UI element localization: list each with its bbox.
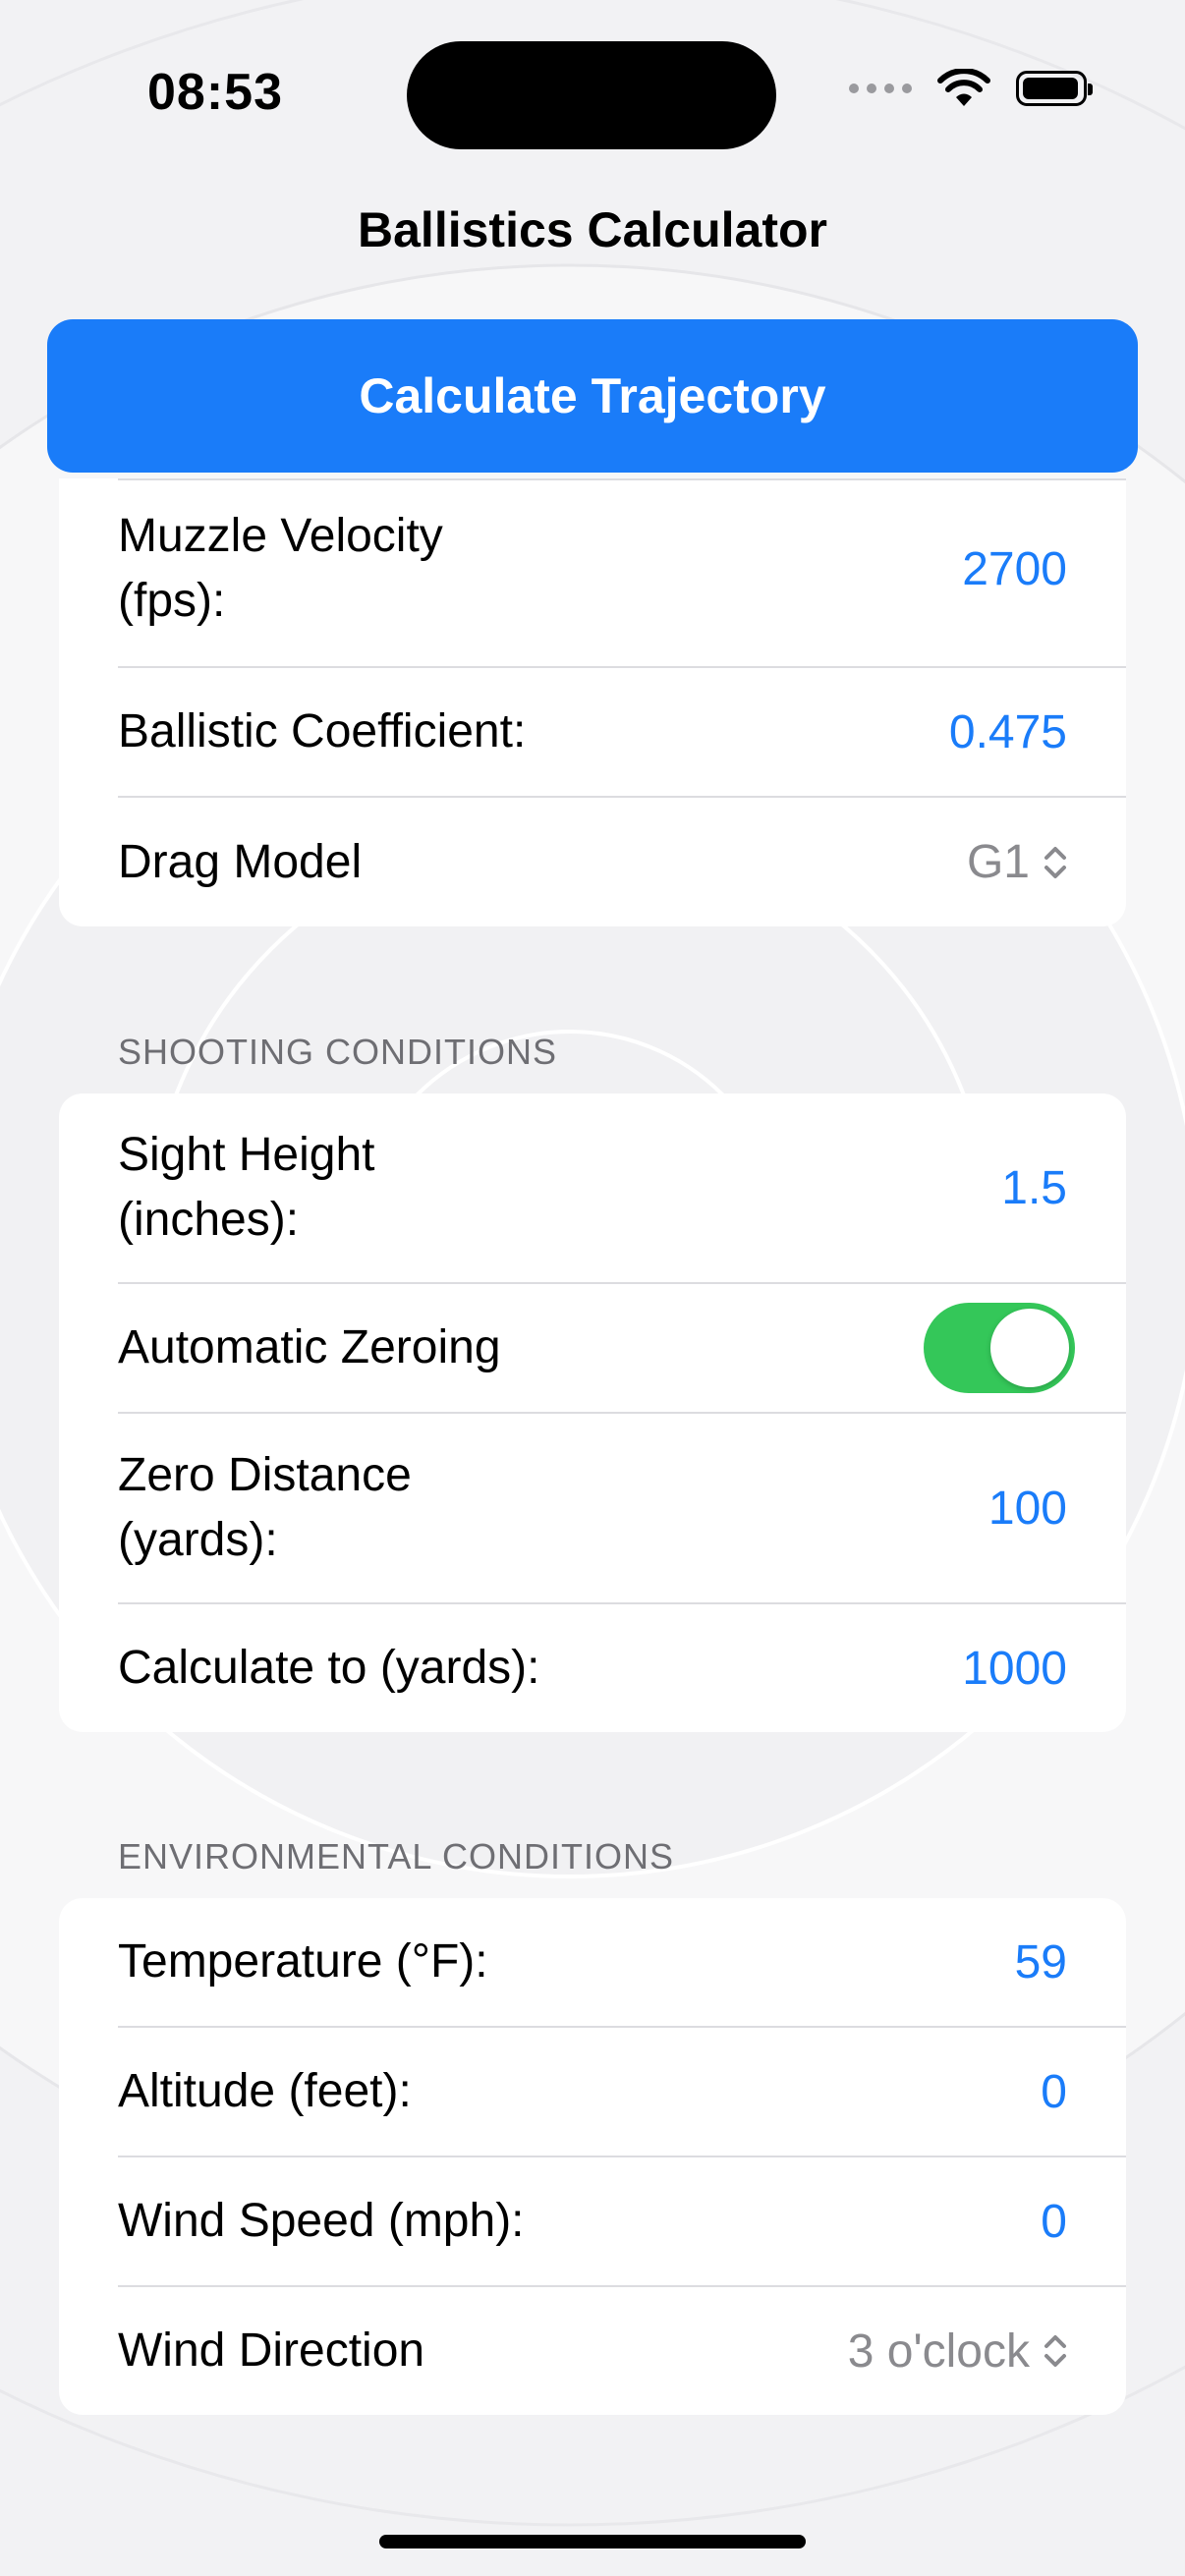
zero-distance-label: Zero Distance xyxy=(118,1449,412,1501)
ballistic-coefficient-label: Ballistic Coefficient: xyxy=(118,705,527,757)
nav-title: Ballistics Calculator xyxy=(358,202,827,257)
wind-direction-row[interactable]: Wind Direction 3 o'clock xyxy=(118,2287,1067,2415)
temperature-row[interactable]: Temperature (°F): 59 xyxy=(118,1898,1067,2026)
environment-card: Temperature (°F): 59 Altitude (feet): 0 … xyxy=(59,1898,1126,2415)
wind-speed-row[interactable]: Wind Speed (mph): 0 xyxy=(118,2157,1067,2285)
zero-distance-value[interactable]: 100 xyxy=(988,1482,1067,1536)
wind-speed-label: Wind Speed (mph): xyxy=(118,2195,525,2247)
muzzle-velocity-label: Muzzle Velocity xyxy=(118,510,443,562)
calculate-to-row[interactable]: Calculate to (yards): 1000 xyxy=(118,1604,1067,1732)
altitude-value[interactable]: 0 xyxy=(1041,2065,1067,2119)
wind-direction-picker[interactable]: 3 o'clock xyxy=(848,2324,1067,2379)
automatic-zeroing-toggle[interactable] xyxy=(924,1303,1075,1393)
wind-direction-label: Wind Direction xyxy=(118,2324,425,2377)
altitude-row[interactable]: Altitude (feet): 0 xyxy=(118,2028,1067,2156)
drag-model-picker[interactable]: G1 xyxy=(967,835,1067,889)
drag-model-value: G1 xyxy=(966,836,1030,888)
home-indicator[interactable] xyxy=(379,2535,806,2548)
status-indicators xyxy=(849,69,1093,108)
automatic-zeroing-label: Automatic Zeroing xyxy=(118,1321,501,1373)
temperature-label: Temperature (°F): xyxy=(118,1935,488,1988)
signal-dots-icon xyxy=(849,84,912,93)
calculate-to-label: Calculate to (yards): xyxy=(118,1642,540,1694)
projectile-card: Muzzle Velocity (fps): 2700 Ballistic Co… xyxy=(59,478,1126,926)
chevron-updown-icon xyxy=(1044,846,1066,878)
ballistic-coefficient-row[interactable]: Ballistic Coefficient: 0.475 xyxy=(118,668,1067,796)
sight-height-value[interactable]: 1.5 xyxy=(1001,1161,1067,1215)
wifi-icon xyxy=(937,69,990,106)
altitude-label: Altitude (feet): xyxy=(118,2065,412,2117)
drag-model-row[interactable]: Drag Model G1 xyxy=(118,798,1067,926)
environmental-conditions-header: ENVIRONMENTAL CONDITIONS xyxy=(118,1836,675,1876)
sight-height-label: Sight Height xyxy=(118,1129,375,1181)
divider xyxy=(118,478,1126,480)
muzzle-velocity-row[interactable]: Muzzle Velocity (fps): 2700 xyxy=(118,504,1067,634)
wind-speed-value[interactable]: 0 xyxy=(1041,2195,1067,2249)
sight-height-row[interactable]: Sight Height (inches): 1.5 xyxy=(118,1093,1067,1282)
calculate-trajectory-button[interactable]: Calculate Trajectory xyxy=(47,319,1138,473)
chevron-updown-icon xyxy=(1044,2335,1066,2367)
automatic-zeroing-row: Automatic Zeroing xyxy=(118,1284,1075,1412)
shooting-card: Sight Height (inches): 1.5 Automatic Zer… xyxy=(59,1093,1126,1732)
wind-direction-value: 3 o'clock xyxy=(847,2324,1030,2378)
dynamic-island xyxy=(407,41,776,149)
zero-distance-row[interactable]: Zero Distance (yards): 100 xyxy=(118,1414,1067,1602)
sight-height-unit: (inches): xyxy=(118,1194,300,1246)
muzzle-velocity-value[interactable]: 2700 xyxy=(962,542,1067,596)
temperature-value[interactable]: 59 xyxy=(1015,1935,1067,1989)
muzzle-velocity-unit: (fps): xyxy=(118,575,226,627)
ballistic-coefficient-value[interactable]: 0.475 xyxy=(949,705,1067,759)
zero-distance-unit: (yards): xyxy=(118,1514,278,1566)
battery-icon xyxy=(1016,71,1093,106)
shooting-conditions-header: SHOOTING CONDITIONS xyxy=(118,1032,558,1072)
status-time: 08:53 xyxy=(147,64,283,121)
toggle-knob xyxy=(990,1309,1069,1387)
drag-model-label: Drag Model xyxy=(118,835,363,888)
calculate-to-value[interactable]: 1000 xyxy=(962,1642,1067,1696)
